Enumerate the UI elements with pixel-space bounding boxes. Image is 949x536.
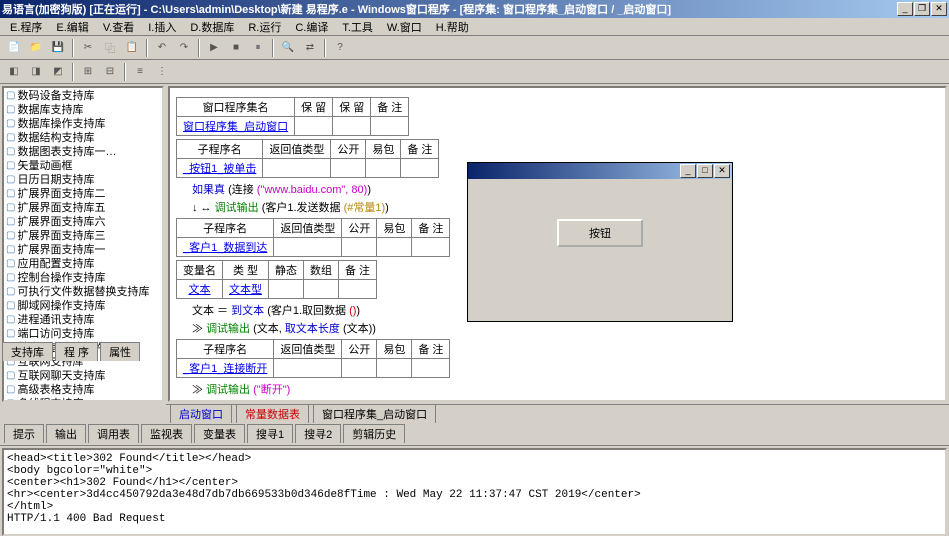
sidebar-item[interactable]: 数据图表支持库一…: [4, 144, 162, 158]
cut-icon[interactable]: ✂: [78, 38, 98, 58]
child-minimize-button[interactable]: _: [680, 164, 696, 178]
sub3-table: 子程序名返回值类型公开易包备 注 _客户1_连接断开: [176, 339, 450, 378]
tool-f-icon[interactable]: ≡: [130, 62, 150, 82]
maximize-button[interactable]: ❐: [914, 2, 930, 16]
sidebar-item[interactable]: 数据库操作支持库: [4, 116, 162, 130]
sidebar-item[interactable]: 数据结构支持库: [4, 130, 162, 144]
tab-clip[interactable]: 剪辑历史: [343, 424, 405, 443]
close-button[interactable]: ✕: [931, 2, 947, 16]
sidebar-item[interactable]: 扩展界面支持库三: [4, 228, 162, 242]
tab-find1[interactable]: 搜寻1: [247, 424, 293, 443]
output-pane[interactable]: <head><title>302 Found</title></head> <b…: [2, 448, 947, 536]
sidebar-item[interactable]: 进程通讯支持库: [4, 312, 162, 326]
menu-edit[interactable]: E.编辑: [50, 18, 94, 36]
paste-icon[interactable]: 📋: [122, 38, 142, 58]
sidebar-item[interactable]: 数码设备支持库: [4, 88, 162, 102]
save-icon[interactable]: 💾: [48, 38, 68, 58]
sidebar-item[interactable]: 高级表格支持库: [4, 382, 162, 396]
sidebar-item[interactable]: 多线程支持库: [4, 396, 162, 402]
run-icon[interactable]: ▶: [204, 38, 224, 58]
var-name[interactable]: 文本: [177, 280, 223, 299]
menu-insert[interactable]: I.插入: [142, 18, 182, 36]
menu-help[interactable]: H.帮助: [430, 18, 475, 36]
sidebar-item[interactable]: 扩展界面支持库六: [4, 214, 162, 228]
tab-prog[interactable]: 程 序: [55, 342, 98, 361]
copy-icon[interactable]: ⿻: [100, 38, 120, 58]
tool-d-icon[interactable]: ⊞: [78, 62, 98, 82]
tab-output[interactable]: 输出: [46, 424, 86, 443]
menu-program[interactable]: E.程序: [4, 18, 48, 36]
main-titlebar: 易语言(加密狗版) [正在运行] - C:\Users\admin\Deskto…: [0, 0, 949, 18]
tab-calls[interactable]: 调用表: [88, 424, 139, 443]
child-close-button[interactable]: ✕: [714, 164, 730, 178]
menubar: E.程序 E.编辑 V.查看 I.插入 D.数据库 R.运行 C.编译 T.工具…: [0, 18, 949, 36]
preview-window[interactable]: _ □ ✕ 按钮: [467, 162, 733, 322]
minimize-button[interactable]: _: [897, 2, 913, 16]
stop-icon[interactable]: ■: [226, 38, 246, 58]
child-maximize-button[interactable]: □: [697, 164, 713, 178]
find-icon[interactable]: 🔍: [278, 38, 298, 58]
tool-a-icon[interactable]: ◧: [4, 62, 24, 82]
assembly-name[interactable]: 窗口程序集_启动窗口: [177, 117, 295, 136]
menu-database[interactable]: D.数据库: [184, 18, 240, 36]
sidebar-item[interactable]: 矢量动画框: [4, 158, 162, 172]
sub3-name[interactable]: _客户1_连接断开: [177, 359, 274, 378]
sidebar-item[interactable]: 端口访问支持库: [4, 326, 162, 340]
help-icon[interactable]: ?: [330, 38, 350, 58]
sidebar-item[interactable]: 扩展界面支持库一: [4, 242, 162, 256]
redo-icon[interactable]: ↷: [174, 38, 194, 58]
code-tabs: 启动窗口 常量数据表 窗口程序集_启动窗口: [166, 404, 949, 422]
sidebar-tabs: 支持库 程 序 属性: [2, 342, 140, 361]
assembly-table: 窗口程序集名保 留保 留备 注 窗口程序集_启动窗口: [176, 97, 409, 136]
sidebar-item[interactable]: 数据库支持库: [4, 102, 162, 116]
code-line-5[interactable]: ≫ 调试输出 ("断开"): [192, 381, 939, 397]
sidebar-item[interactable]: 互联网聊天支持库: [4, 368, 162, 382]
tab-prop[interactable]: 属性: [100, 342, 140, 361]
tool-c-icon[interactable]: ◩: [48, 62, 68, 82]
tool-e-icon[interactable]: ⊟: [100, 62, 120, 82]
sidebar-item[interactable]: 应用配置支持库: [4, 256, 162, 270]
code-editor[interactable]: 窗口程序集名保 留保 留备 注 窗口程序集_启动窗口 子程序名返回值类型公开易包…: [168, 86, 947, 402]
tool-b-icon[interactable]: ◨: [26, 62, 46, 82]
var-table: 变量名类 型静态数组备 注 文本文本型: [176, 260, 377, 299]
sidebar-item[interactable]: 扩展界面支持库二: [4, 186, 162, 200]
menu-tools[interactable]: T.工具: [336, 18, 379, 36]
sub1-table: 子程序名返回值类型公开易包备 注 _按钮1_被单击: [176, 139, 439, 178]
sub2-table: 子程序名返回值类型公开易包备 注 _客户1_数据到达: [176, 218, 450, 257]
menu-view[interactable]: V.查看: [97, 18, 140, 36]
preview-button[interactable]: 按钮: [557, 219, 643, 247]
tab-startwin[interactable]: 启动窗口: [170, 404, 232, 423]
tab-lib[interactable]: 支持库: [2, 342, 53, 361]
lower-panel: 提示 输出 调用表 监视表 变量表 搜寻1 搜寻2 剪辑历史 <head><ti…: [0, 422, 949, 536]
tab-watch[interactable]: 监视表: [141, 424, 192, 443]
undo-icon[interactable]: ↶: [152, 38, 172, 58]
toolbar-2: ◧ ◨ ◩ ⊞ ⊟ ≡ ⋮: [0, 60, 949, 84]
menu-run[interactable]: R.运行: [242, 18, 287, 36]
open-icon[interactable]: 📁: [26, 38, 46, 58]
pause-icon[interactable]: ⏸: [248, 38, 268, 58]
tab-find2[interactable]: 搜寻2: [295, 424, 341, 443]
toolbar-1: 📄 📁 💾 ✂ ⿻ 📋 ↶ ↷ ▶ ■ ⏸ 🔍 ⇄ ?: [0, 36, 949, 60]
sidebar-item[interactable]: 脚域网操作支持库: [4, 298, 162, 312]
sidebar-item[interactable]: 控制台操作支持库: [4, 270, 162, 284]
sidebar-item[interactable]: 日历日期支持库: [4, 172, 162, 186]
tab-vars[interactable]: 变量表: [194, 424, 245, 443]
sidebar-item[interactable]: 扩展界面支持库五: [4, 200, 162, 214]
sub2-name[interactable]: _客户1_数据到达: [177, 238, 274, 257]
tab-hint[interactable]: 提示: [4, 424, 44, 443]
tool-g-icon[interactable]: ⋮: [152, 62, 172, 82]
window-title: 易语言(加密狗版) [正在运行] - C:\Users\admin\Deskto…: [2, 1, 671, 17]
sidebar-item[interactable]: 可执行文件数据替换支持库: [4, 284, 162, 298]
code-line-4[interactable]: ≫ 调试输出 (文本, 取文本长度 (文本)): [192, 320, 939, 336]
sub1-name[interactable]: _按钮1_被单击: [177, 159, 263, 178]
tab-const[interactable]: 常量数据表: [236, 404, 309, 423]
new-icon[interactable]: 📄: [4, 38, 24, 58]
menu-compile[interactable]: C.编译: [289, 18, 334, 36]
menu-window[interactable]: W.窗口: [381, 18, 428, 36]
replace-icon[interactable]: ⇄: [300, 38, 320, 58]
tab-assembly[interactable]: 窗口程序集_启动窗口: [313, 404, 436, 423]
